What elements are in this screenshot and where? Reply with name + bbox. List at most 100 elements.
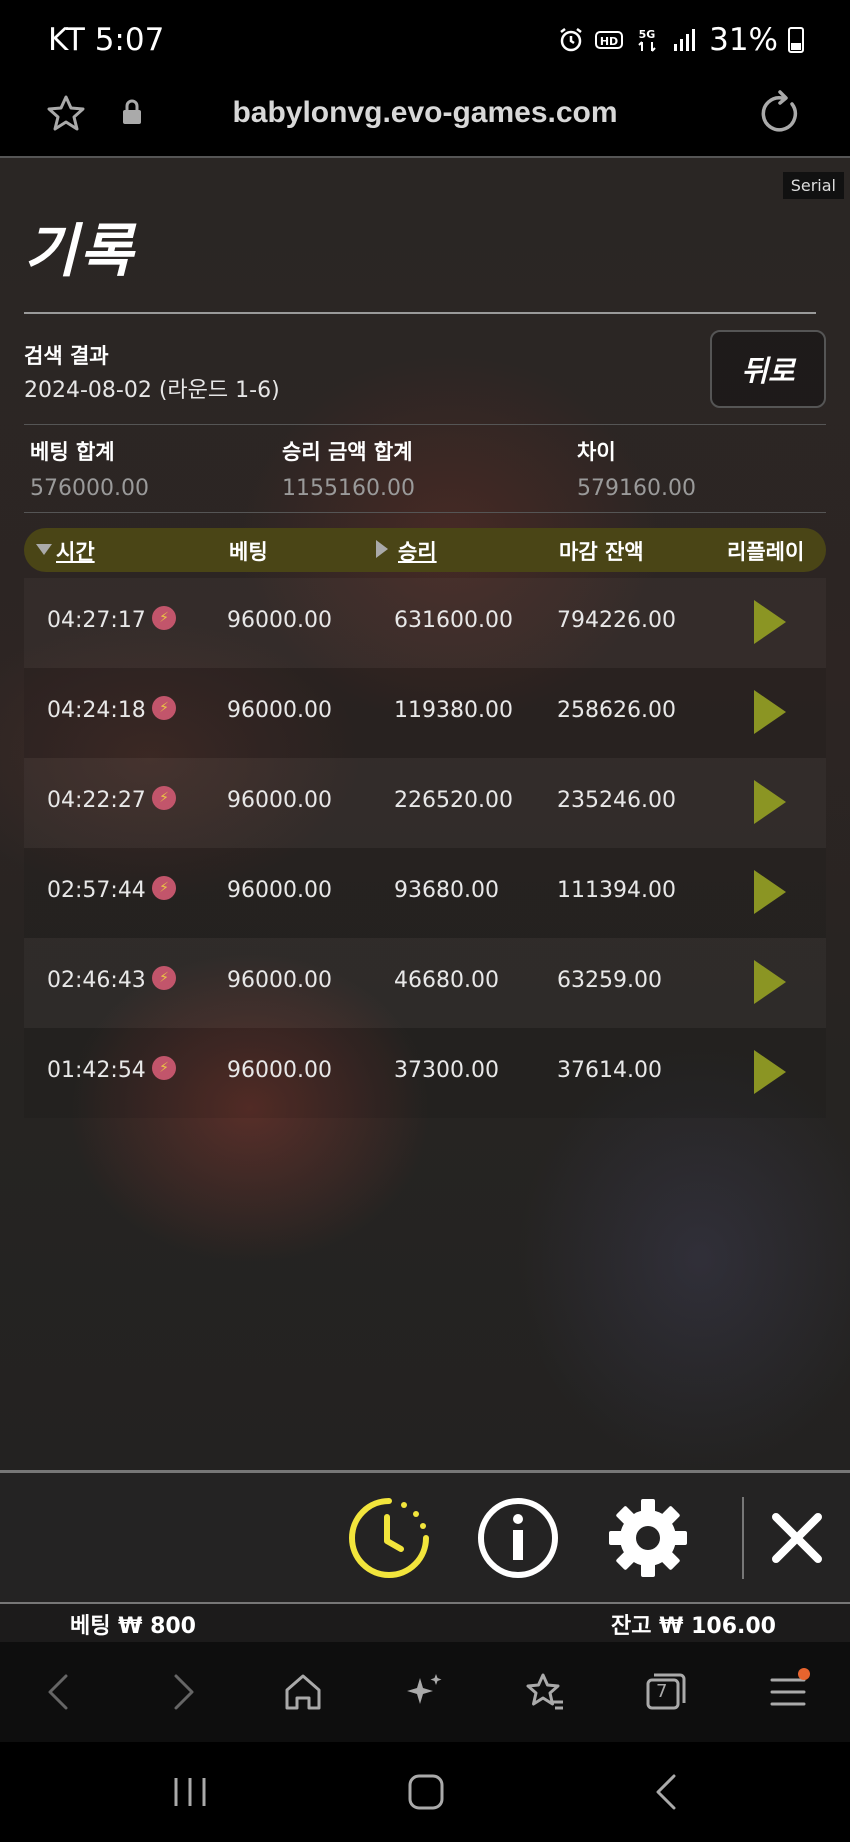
forward-arrow-icon[interactable] [160,1670,204,1714]
search-result-value: 2024-08-02 (라운드 1-6) [24,378,280,403]
column-win[interactable]: 승리 [398,536,437,566]
svg-text:5G: 5G [639,28,656,41]
info-icon[interactable] [475,1495,561,1581]
table-header: 시간 베팅 승리 마감 잔액 리플레이 [24,528,826,572]
row-time: 01:42:54 [47,1058,146,1083]
row-win: 119380.00 [394,698,513,723]
row-bet: 96000.00 [227,968,332,993]
row-time: 02:46:43 [47,968,146,993]
close-icon[interactable] [754,1495,840,1581]
replay-play-icon[interactable] [754,1050,786,1094]
column-closing-balance: 마감 잔액 [559,540,644,564]
row-time: 04:24:18 [47,698,146,723]
table-row: 02:46:43 ⚡ 96000.00 46680.00 63259.00 [24,938,826,1028]
bet-total-label: 베팅 합계 [30,440,115,464]
lightning-icon: ⚡ [152,1056,176,1080]
battery-icon [788,27,804,53]
serial-tag: Serial [782,172,844,199]
row-bet: 96000.00 [227,788,332,813]
row-balance: 63259.00 [557,968,662,993]
row-win: 37300.00 [394,1058,499,1083]
win-total-label: 승리 금액 합계 [282,440,413,464]
row-win: 631600.00 [394,608,513,633]
replay-play-icon[interactable] [754,690,786,734]
win-total-value: 1155160.00 [282,476,415,501]
table-row: 04:27:17 ⚡ 96000.00 631600.00 794226.00 [24,578,826,668]
recent-apps-icon[interactable] [168,1772,212,1812]
signal-icon [674,29,696,51]
row-time: 04:22:27 [47,788,146,813]
difference-label: 차이 [577,440,616,464]
replay-play-icon[interactable] [754,960,786,1004]
bet-amount: 베팅 ₩ 800 [70,1614,196,1639]
url-bar[interactable]: babylonvg.evo-games.com [0,80,850,158]
bet-total-value: 576000.00 [30,476,149,501]
table-row: 04:24:18 ⚡ 96000.00 119380.00 258626.00 [24,668,826,758]
page-title: 기록 [24,217,135,285]
lightning-icon: ⚡ [152,786,176,810]
5g-icon: 5G [638,28,656,52]
back-arrow-icon[interactable] [38,1670,82,1714]
balance-amount: 잔고 ₩ 106.00 [611,1614,776,1639]
home-button-icon[interactable] [404,1772,448,1812]
row-balance: 794226.00 [557,608,676,633]
row-balance: 235246.00 [557,788,676,813]
system-back-icon[interactable] [646,1772,690,1812]
search-result-label: 검색 결과 [24,344,109,368]
game-controls [0,1470,850,1604]
table-row: 01:42:54 ⚡ 96000.00 37300.00 37614.00 [24,1028,826,1118]
alarm-icon [560,28,582,52]
column-replay: 리플레이 [727,540,805,564]
row-win: 93680.00 [394,878,499,903]
tabs-button[interactable]: 7 [644,1670,688,1714]
back-button[interactable]: 뒤로 [710,330,826,408]
row-time: 04:27:17 [47,608,146,633]
divider [24,424,826,425]
row-balance: 258626.00 [557,698,676,723]
url-text[interactable]: babylonvg.evo-games.com [0,96,850,130]
battery-percent: 31% [709,22,778,58]
column-time[interactable]: 시간 [56,536,95,566]
controls-divider [742,1497,744,1579]
column-bet: 베팅 [229,540,268,564]
notification-dot [798,1668,810,1680]
lightning-icon: ⚡ [152,606,176,630]
hd-icon: HD [595,31,624,49]
divider [24,512,826,513]
history-clock-icon[interactable] [346,1495,432,1581]
table-row: 04:22:27 ⚡ 96000.00 226520.00 235246.00 [24,758,826,848]
title-divider [24,312,816,314]
lightning-icon: ⚡ [152,966,176,990]
row-bet: 96000.00 [227,878,332,903]
table-row: 02:57:44 ⚡ 96000.00 93680.00 111394.00 [24,848,826,938]
difference-value: 579160.00 [577,476,696,501]
menu-button[interactable] [766,1668,810,1714]
history-table: 04:27:17 ⚡ 96000.00 631600.00 794226.00 … [24,578,826,1118]
bookmarks-icon[interactable] [523,1670,567,1714]
lightning-icon: ⚡ [152,696,176,720]
svg-text:HD: HD [600,35,618,48]
sort-desc-icon [36,544,52,555]
history-panel: Serial 기록 검색 결과 2024-08-02 (라운드 1-6) 뒤로 … [0,158,850,1470]
status-time: KT 5:07 [48,22,165,58]
row-win: 46680.00 [394,968,499,993]
browser-toolbar: 7 [0,1642,850,1742]
replay-play-icon[interactable] [754,600,786,644]
sort-arrow-icon [376,540,388,558]
settings-gear-icon[interactable] [605,1495,691,1581]
balance-strip: 베팅 ₩ 800 잔고 ₩ 106.00 [0,1604,850,1642]
tabs-count: 7 [656,1681,668,1702]
reload-icon[interactable] [758,90,802,136]
row-bet: 96000.00 [227,698,332,723]
row-bet: 96000.00 [227,608,332,633]
row-balance: 37614.00 [557,1058,662,1083]
replay-play-icon[interactable] [754,780,786,824]
home-icon[interactable] [281,1670,325,1714]
status-icons: HD 5G 31% [557,22,804,58]
row-time: 02:57:44 [47,878,146,903]
replay-play-icon[interactable] [754,870,786,914]
status-bar: KT 5:07 HD 5G 31% [0,0,850,80]
sparkle-icon[interactable] [402,1670,446,1714]
row-win: 226520.00 [394,788,513,813]
system-navigation [0,1742,850,1842]
